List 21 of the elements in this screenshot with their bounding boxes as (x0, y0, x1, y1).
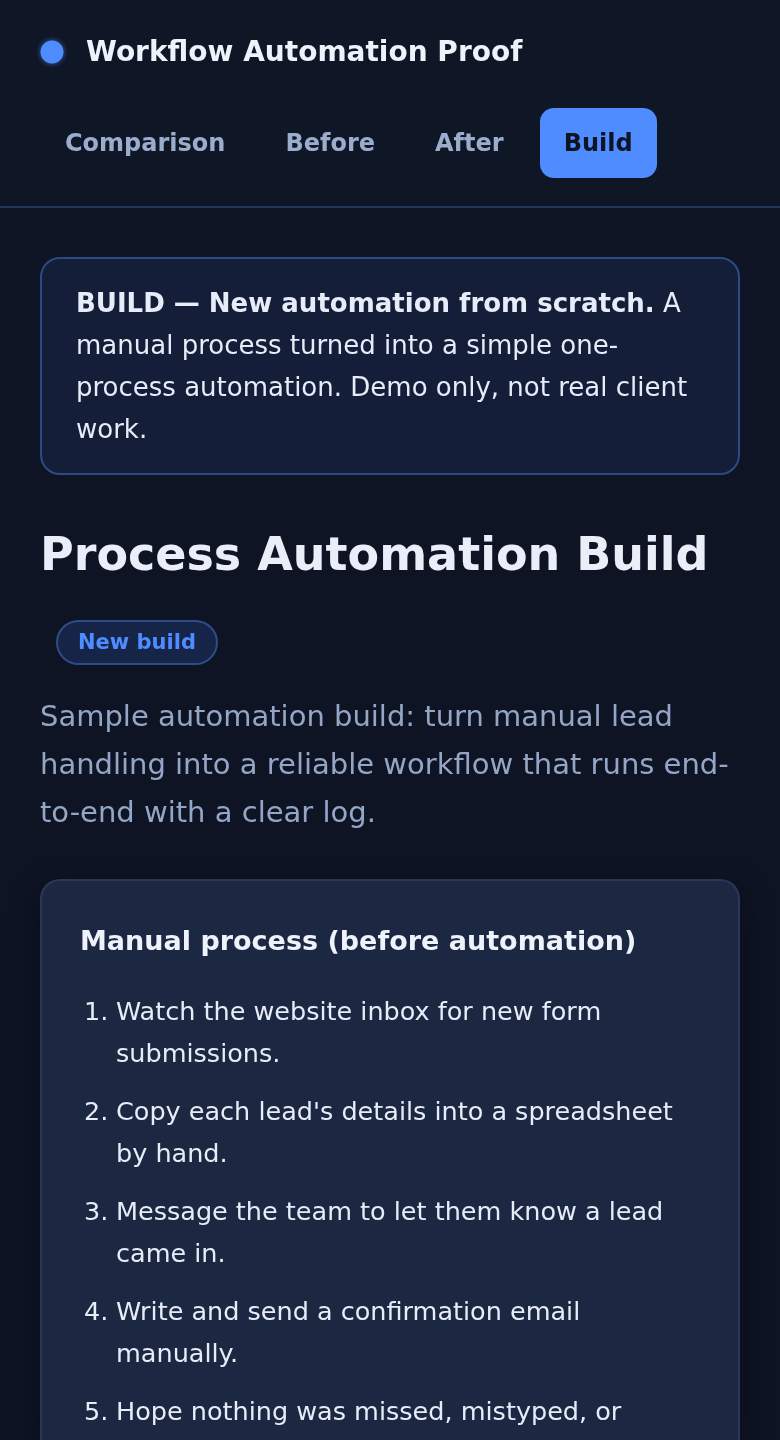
step-number: 5. (84, 1395, 110, 1428)
status-dot-icon (36, 36, 68, 68)
tab[interactable]: Build (539, 108, 657, 178)
tab[interactable]: Before (261, 108, 400, 178)
card-title: Manual process (before automation) (80, 924, 638, 958)
step-text: Message the team to let them know a lead came in. (116, 1195, 665, 1270)
notice-text: BUILD — New automation from scratch. A manual process turned into a simple one-process automation. Demo only, not real client work. (76, 287, 689, 446)
page-heading: Process Automation Build (40, 526, 710, 583)
app-title: Workflow Automation Proof (86, 34, 523, 70)
step-text: Write and send a confirmation email manually. (116, 1295, 582, 1370)
tab[interactable]: After (411, 108, 528, 178)
step-number: 1. (84, 995, 110, 1028)
page-description: Sample automation build: turn manual lead handling into a reliable workflow that runs end-to-end with a clear log. (40, 698, 730, 831)
step-text: Hope nothing was missed, mistyped, or (116, 1395, 622, 1428)
step-number: 2. (84, 1095, 110, 1128)
status-badge: New build (56, 620, 218, 665)
step-number: 3. (84, 1195, 110, 1228)
step-text: Copy each lead's details into a spreadsheet by hand. (116, 1095, 674, 1170)
tab[interactable]: Comparison (41, 108, 250, 178)
step-text: Watch the website inbox for new form submissions. (116, 995, 603, 1070)
step-number: 4. (84, 1295, 110, 1328)
